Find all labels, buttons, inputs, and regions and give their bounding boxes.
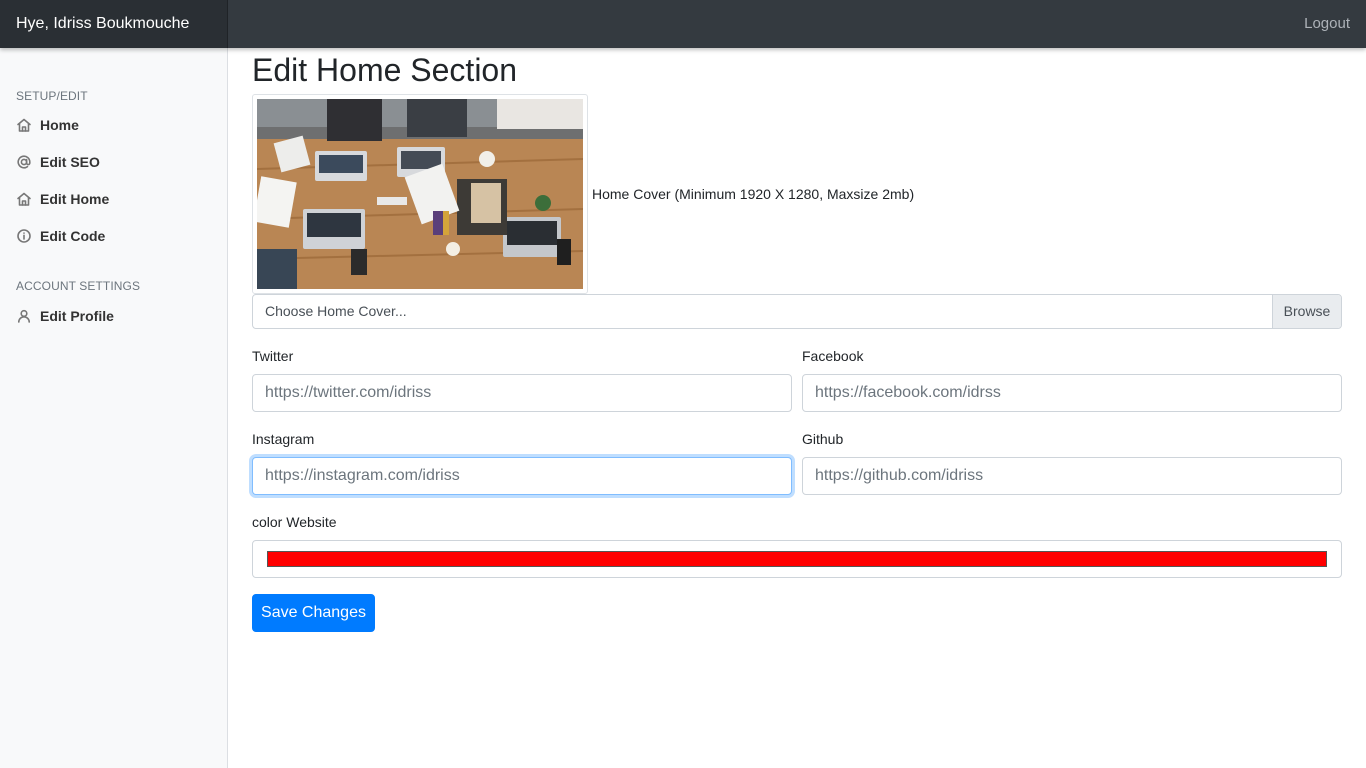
sidebar-item-label: Home	[40, 117, 79, 133]
sidebar-item-label: Edit Code	[40, 228, 106, 244]
home-icon	[17, 192, 31, 206]
color-swatch	[267, 551, 1327, 567]
facebook-input[interactable]	[802, 374, 1342, 412]
navbar-brand[interactable]: Hye, Idriss Boukmouche	[0, 0, 228, 48]
sidebar-item-label: Edit Profile	[40, 308, 114, 324]
sidebar-item-label: Edit SEO	[40, 154, 100, 170]
facebook-label: Facebook	[802, 348, 864, 364]
home-cover-thumbnail	[252, 94, 588, 294]
page-title: Edit Home Section	[252, 52, 518, 88]
sidebar-item-edit-profile[interactable]: Edit Profile	[16, 304, 114, 328]
sidebar-item-home[interactable]: Home	[16, 113, 79, 137]
home-icon	[17, 118, 31, 132]
sidebar-item-edit-code[interactable]: Edit Code	[16, 224, 105, 248]
info-icon	[17, 229, 31, 243]
github-label: Github	[802, 431, 844, 447]
twitter-label: Twitter	[252, 348, 294, 364]
user-icon	[18, 309, 30, 323]
save-changes-button[interactable]: Save Changes	[252, 594, 375, 632]
color-website-picker[interactable]	[252, 540, 1342, 578]
sidebar: SETUP/EDIT Home Edit SEO Edit Home Edit …	[0, 48, 228, 768]
color-website-label: color Website	[252, 514, 337, 530]
top-navbar: Hye, Idriss Boukmouche Logout	[0, 0, 1366, 48]
sidebar-heading-account: ACCOUNT SETTINGS	[16, 279, 141, 293]
sidebar-heading-setup: SETUP/EDIT	[16, 89, 88, 103]
twitter-input[interactable]	[252, 374, 792, 412]
github-input[interactable]	[802, 457, 1342, 495]
sidebar-item-edit-seo[interactable]: Edit SEO	[16, 150, 100, 174]
browse-button[interactable]: Browse	[1272, 295, 1341, 328]
sidebar-item-label: Edit Home	[40, 191, 110, 207]
home-cover-note: Home Cover (Minimum 1920 X 1280, Maxsize…	[592, 186, 915, 202]
home-cover-file-input[interactable]: Choose Home Cover... Browse	[252, 294, 1342, 329]
cover-photo-image	[257, 99, 583, 289]
logout-link[interactable]: Logout	[1304, 0, 1350, 48]
sidebar-item-edit-home[interactable]: Edit Home	[16, 187, 109, 211]
at-icon	[17, 155, 31, 169]
file-input-label: Choose Home Cover...	[265, 303, 407, 319]
instagram-label: Instagram	[252, 431, 315, 447]
instagram-input[interactable]	[252, 457, 792, 495]
